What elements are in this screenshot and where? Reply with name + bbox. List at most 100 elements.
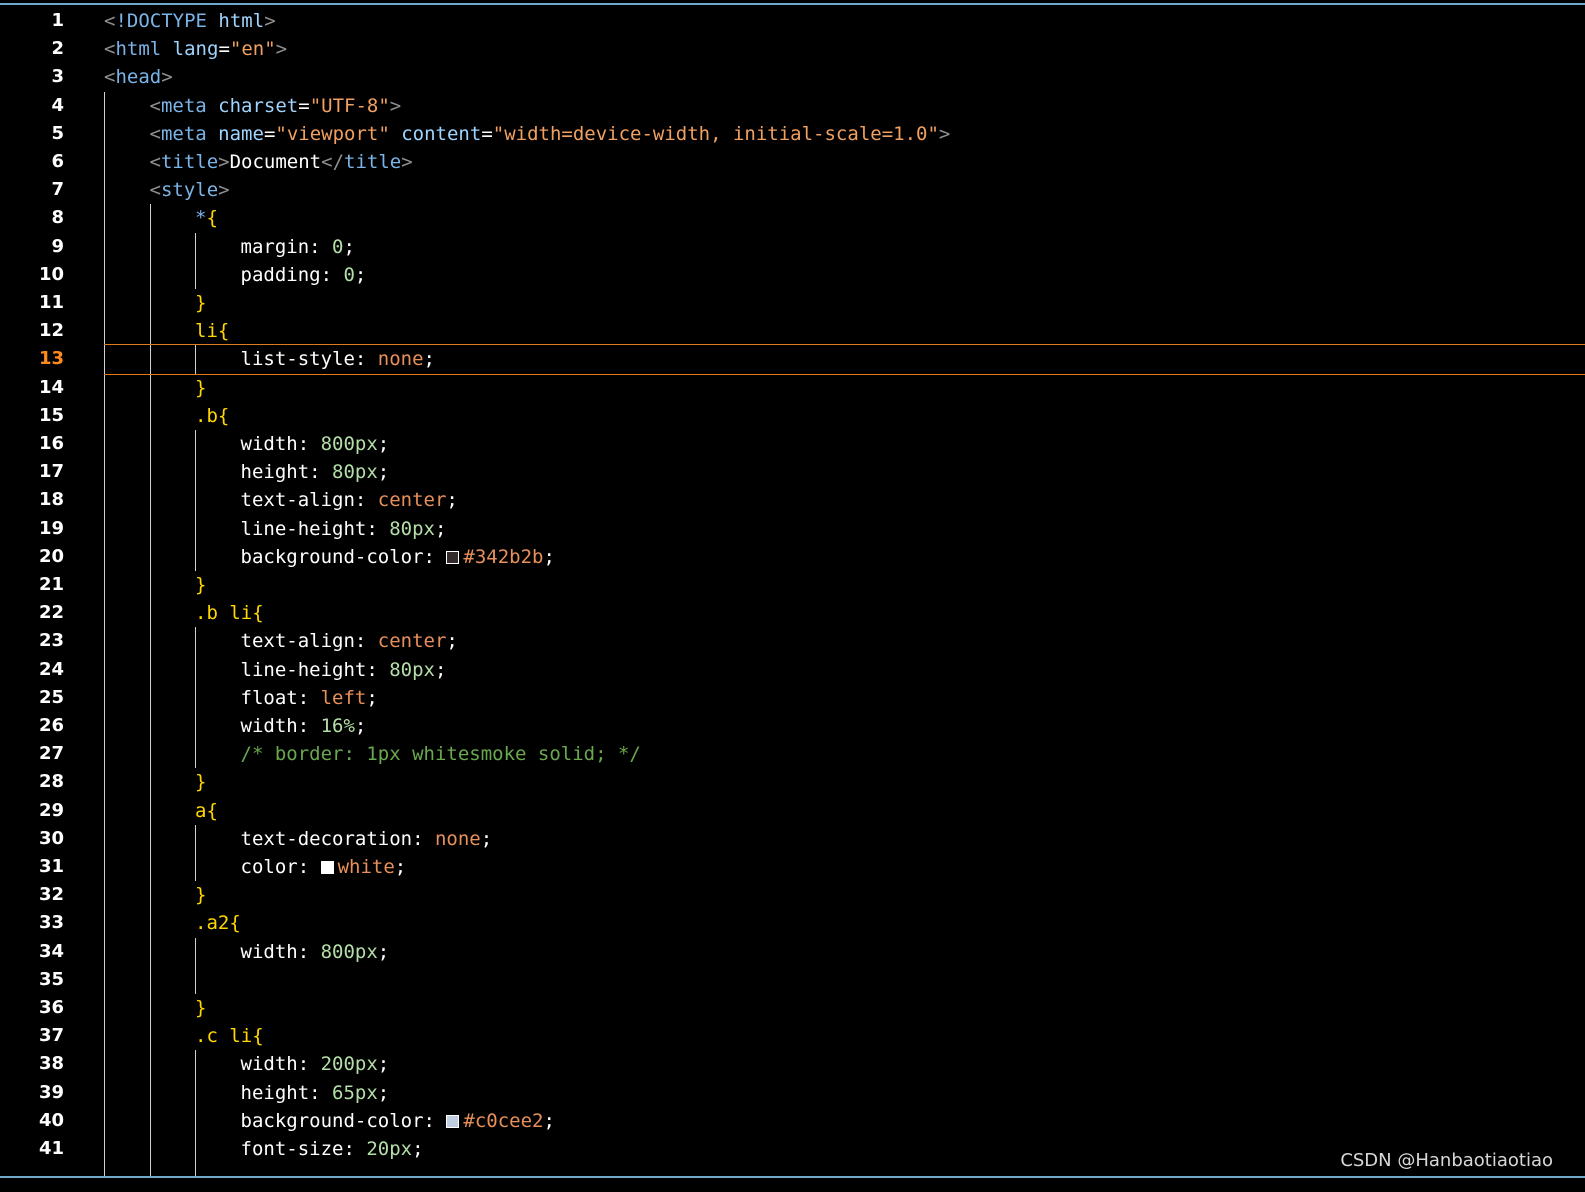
code-line[interactable]: } — [195, 768, 206, 796]
code-line[interactable]: height: 65px; — [241, 1079, 390, 1107]
code-line[interactable]: width: 800px; — [241, 430, 390, 458]
code-token: < — [104, 10, 116, 32]
code-line[interactable]: text-decoration: none; — [241, 825, 493, 853]
code-token: 16% — [320, 715, 355, 737]
code-line[interactable]: .b li{ — [195, 599, 264, 627]
code-line[interactable]: background-color: #342b2b; — [241, 543, 555, 571]
code-line[interactable]: font-size: 20px; — [241, 1135, 424, 1163]
code-line[interactable]: } — [195, 289, 206, 317]
code-token: color — [240, 856, 298, 878]
code-token: head — [115, 66, 162, 89]
code-line[interactable]: /* border: 1px whitesmoke solid; */ — [241, 740, 641, 768]
code-editor[interactable]: 1 2 3 4 5 6 7 8 9 10 11 12 13 14 15 16 17 18 19 20 21 22 23 24 2… — [0, 0, 1585, 1192]
code-token: 800px — [320, 433, 378, 455]
line-number: 5 — [51, 122, 64, 144]
line-number: 3 — [51, 66, 64, 88]
code-token: ; — [377, 1081, 390, 1104]
code-line[interactable]: .c li{ — [195, 1022, 264, 1050]
code-token: center — [377, 630, 447, 653]
code-line[interactable]: } — [195, 374, 206, 402]
line-number: 32 — [38, 884, 64, 906]
code-token: 20px — [366, 1138, 413, 1160]
code-line[interactable]: .b{ — [195, 402, 229, 430]
line-number: 41 — [38, 1138, 64, 1159]
code-token: } — [195, 376, 207, 399]
editor-top-border — [0, 3, 1585, 5]
watermark: CSDN @Hanbaotiaotiao — [1340, 1150, 1553, 1171]
code-line[interactable]: <meta charset="UTF-8"> — [150, 92, 402, 120]
line-number: 23 — [38, 630, 64, 652]
code-line[interactable]: text-align: center; — [241, 627, 458, 655]
code-token: background-color — [240, 545, 424, 568]
code-line[interactable]: padding: 0; — [241, 261, 367, 289]
code-token: > — [264, 10, 276, 32]
color-swatch-icon[interactable] — [446, 1114, 460, 1128]
code-token: 80px — [389, 517, 435, 540]
line-number: 19 — [38, 517, 64, 539]
code-token: ; — [366, 686, 378, 709]
code-line[interactable]: height: 80px; — [241, 458, 390, 486]
code-line[interactable]: line-height: 80px; — [241, 515, 447, 543]
line-number: 20 — [38, 545, 64, 567]
code-token: a — [195, 799, 207, 822]
code-line[interactable]: a{ — [195, 797, 218, 825]
code-token: list-style — [240, 348, 355, 371]
code-token: white — [337, 856, 395, 878]
code-line[interactable]: } — [195, 994, 206, 1022]
line-number-gutter: 1 2 3 4 5 6 7 8 9 10 11 12 13 14 15 16 17 18 19 20 21 22 23 24 2… — [0, 0, 90, 1192]
code-token: : — [297, 1053, 321, 1076]
code-token: ; — [446, 630, 458, 653]
code-line[interactable]: <head> — [104, 63, 173, 91]
code-line[interactable]: <title>Document</title> — [150, 148, 413, 176]
line-number: 15 — [38, 404, 64, 426]
code-line[interactable]: .a2{ — [195, 909, 241, 937]
code-line[interactable]: <style> — [150, 176, 230, 204]
code-token: "width=device-width, initial-scale=1.0" — [492, 122, 939, 145]
color-swatch-icon[interactable] — [446, 550, 460, 564]
code-token: { — [252, 1025, 264, 1048]
code-token: ; — [446, 489, 458, 512]
color-swatch-icon[interactable] — [320, 861, 334, 874]
code-line[interactable]: width: 800px; — [241, 938, 390, 966]
code-token: : — [309, 235, 333, 258]
code-token: : — [297, 940, 321, 963]
code-token: : — [297, 856, 321, 878]
code-line[interactable]: } — [195, 571, 206, 599]
code-token: html — [115, 38, 162, 61]
code-line[interactable]: <meta name="viewport" content="width=dev… — [150, 120, 951, 148]
code-token: { — [206, 207, 218, 230]
code-token: : — [412, 827, 435, 850]
line-number: 22 — [38, 602, 64, 624]
code-line[interactable]: width: 200px; — [241, 1050, 390, 1078]
code-line[interactable]: *{ — [195, 204, 218, 232]
code-token: ; — [394, 856, 407, 878]
line-number: 39 — [38, 1081, 64, 1103]
code-line[interactable]: text-align: center; — [241, 486, 458, 514]
code-line[interactable]: <!DOCTYPE html> — [104, 7, 276, 35]
code-token: { — [217, 404, 230, 427]
code-token: width — [240, 940, 298, 963]
code-line[interactable]: width: 16%; — [241, 712, 367, 740]
code-token: width — [240, 1053, 298, 1076]
code-token: #342b2b — [463, 545, 544, 568]
code-token: } — [195, 574, 207, 596]
code-line[interactable]: list-style: none; — [241, 345, 436, 373]
line-number: 35 — [38, 968, 64, 990]
code-line[interactable]: background-color: #c0cee2; — [241, 1107, 555, 1135]
code-token: ; — [480, 827, 493, 850]
code-line[interactable]: line-height: 80px; — [241, 656, 447, 684]
code-token: } — [195, 997, 207, 1019]
code-line[interactable]: margin: 0; — [241, 233, 355, 261]
code-token: ; — [423, 348, 435, 371]
line-number: 1 — [51, 10, 64, 31]
code-line[interactable]: <html lang="en"> — [104, 35, 287, 63]
code-token: 0 — [343, 263, 355, 286]
line-number: 25 — [38, 686, 64, 708]
code-line[interactable]: li{ — [195, 317, 229, 345]
code-line[interactable]: float: left; — [241, 684, 378, 712]
code-line[interactable]: color: white; — [241, 853, 407, 881]
code-token: center — [377, 489, 447, 512]
line-number: 7 — [51, 179, 64, 201]
code-token: < — [149, 179, 161, 202]
code-line[interactable]: } — [195, 881, 206, 909]
